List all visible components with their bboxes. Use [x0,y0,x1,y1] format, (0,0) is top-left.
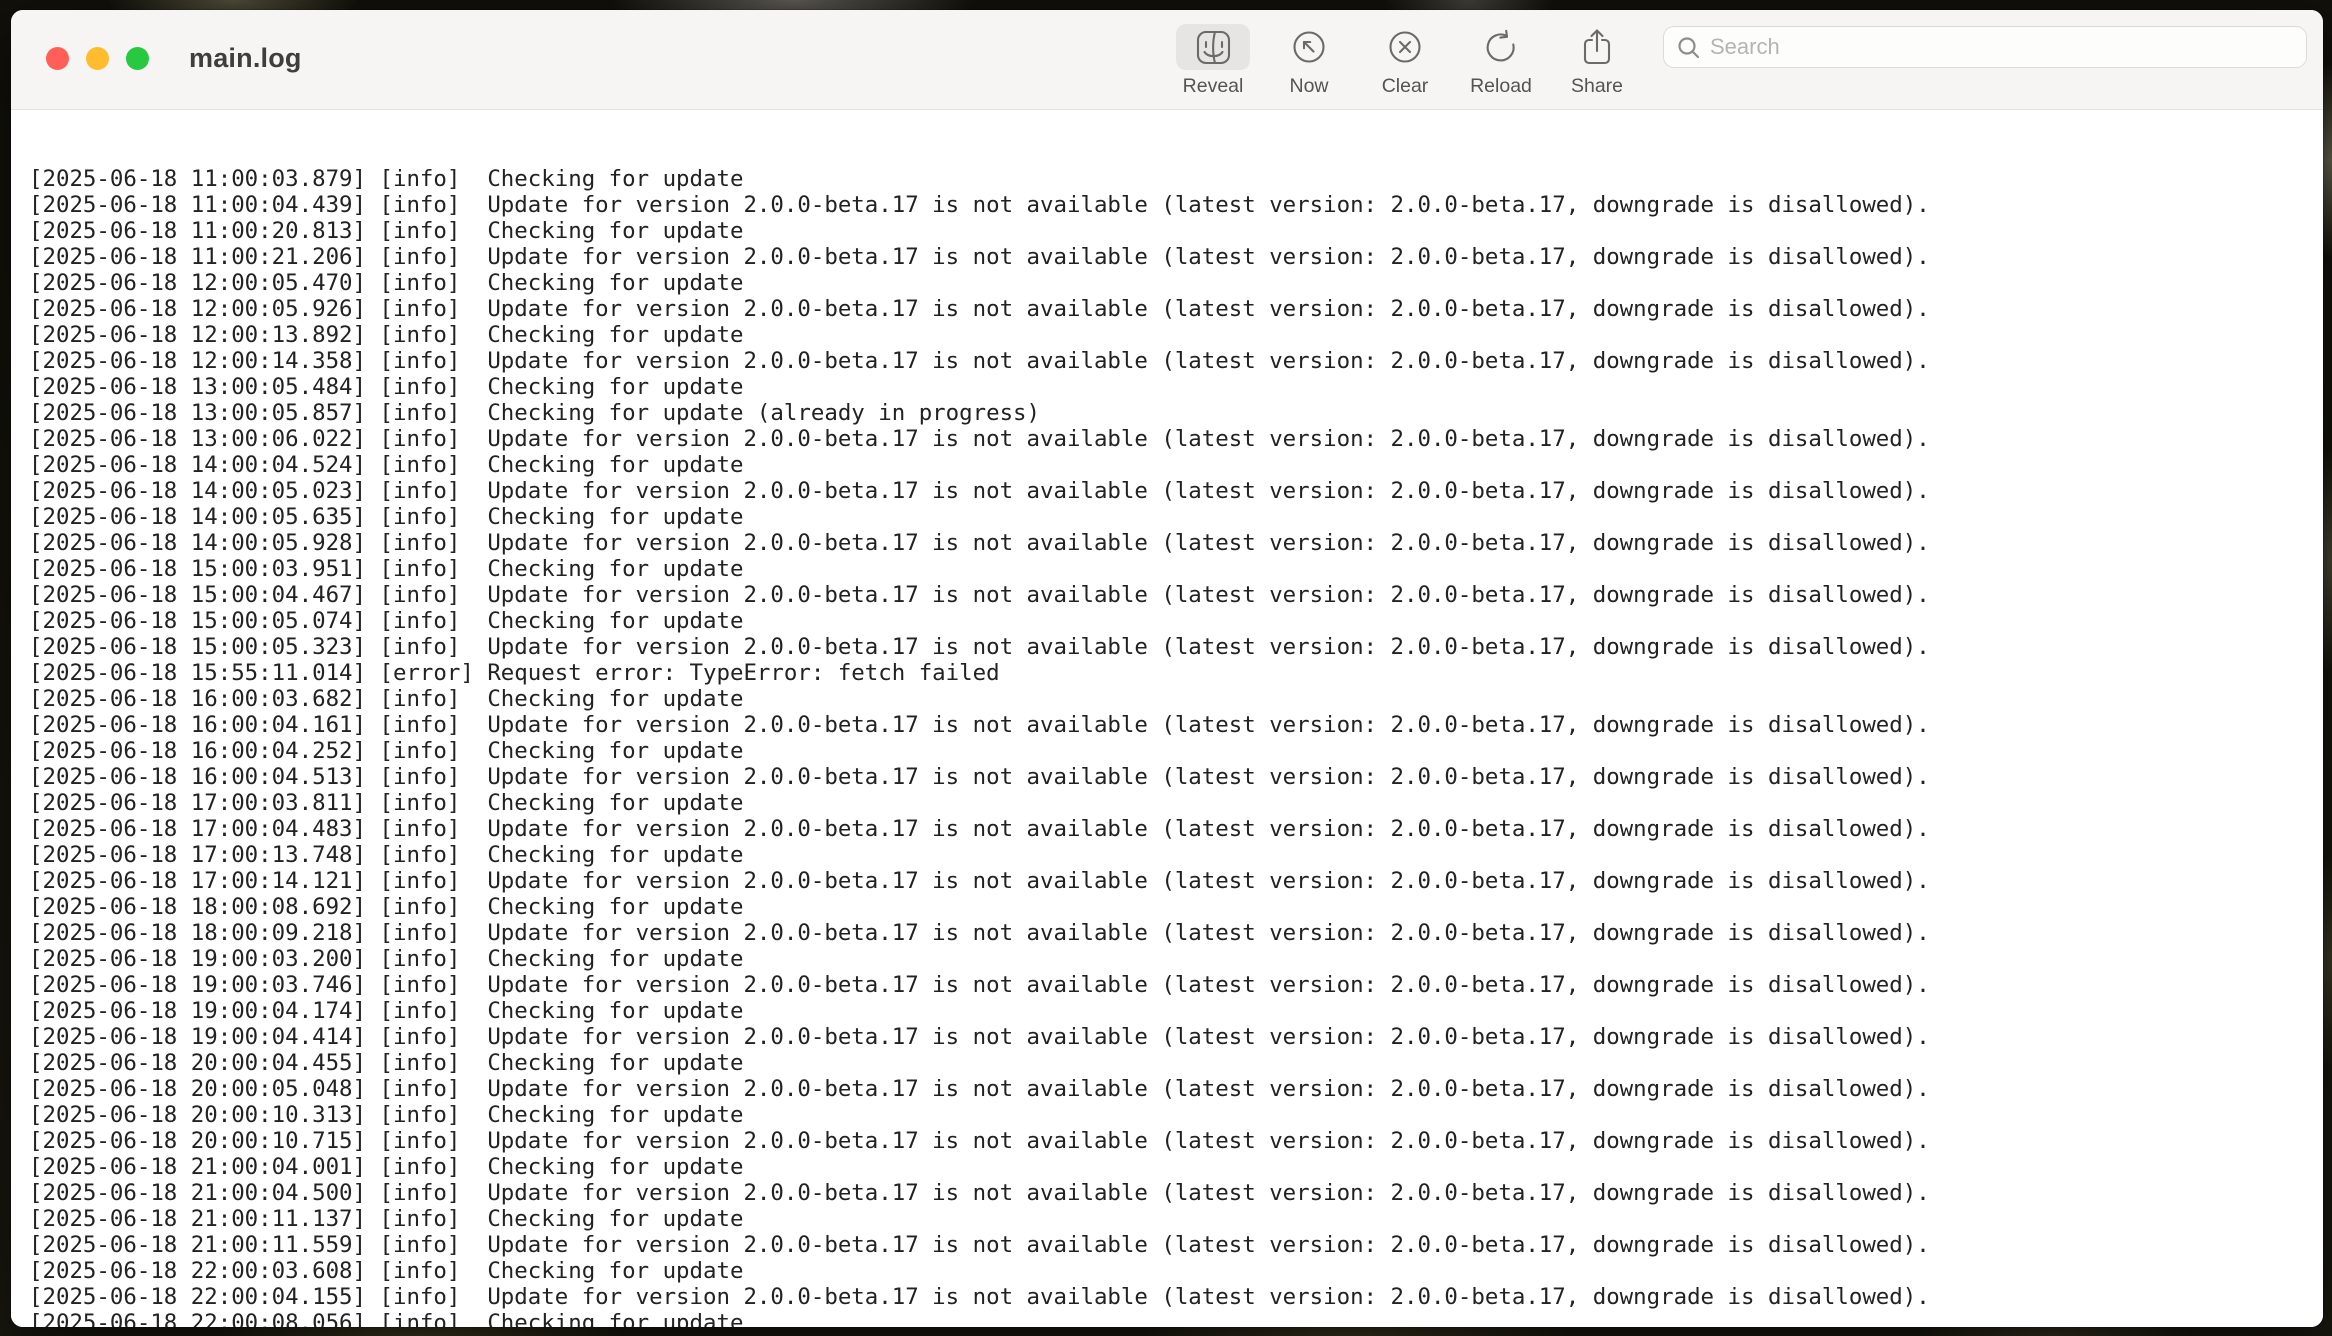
log-line: [2025-06-18 21:00:04.001] [info] Checkin… [29,1154,2323,1180]
log-line: [2025-06-18 19:00:04.414] [info] Update … [29,1024,2323,1050]
log-line: [2025-06-18 22:00:08.056] [info] Checkin… [29,1310,2323,1327]
now-label: Now [1289,75,1328,98]
log-line: [2025-06-18 18:00:08.692] [info] Checkin… [29,894,2323,920]
log-viewport[interactable]: [2025-06-18 11:00:03.879] [info] Checkin… [11,111,2323,1327]
close-button[interactable] [46,47,69,70]
log-line: [2025-06-18 14:00:05.928] [info] Update … [29,530,2323,556]
log-line: [2025-06-18 19:00:03.746] [info] Update … [29,972,2323,998]
log-line: [2025-06-18 20:00:05.048] [info] Update … [29,1076,2323,1102]
log-line: [2025-06-18 20:00:10.313] [info] Checkin… [29,1102,2323,1128]
log-line: [2025-06-18 14:00:04.524] [info] Checkin… [29,452,2323,478]
log-line: [2025-06-18 21:00:04.500] [info] Update … [29,1180,2323,1206]
log-line: [2025-06-18 12:00:13.892] [info] Checkin… [29,322,2323,348]
search-box [1663,26,2307,68]
log-line: [2025-06-18 12:00:05.470] [info] Checkin… [29,270,2323,296]
log-line: [2025-06-18 12:00:05.926] [info] Update … [29,296,2323,322]
log-line: [2025-06-18 22:00:03.608] [info] Checkin… [29,1258,2323,1284]
reload-button[interactable]: Reload [1453,24,1549,98]
log-line: [2025-06-18 15:00:05.323] [info] Update … [29,634,2323,660]
log-line: [2025-06-18 22:00:04.155] [info] Update … [29,1284,2323,1310]
log-line: [2025-06-18 16:00:04.161] [info] Update … [29,712,2323,738]
log-line: [2025-06-18 16:00:04.252] [info] Checkin… [29,738,2323,764]
share-label: Share [1571,75,1623,98]
log-line: [2025-06-18 14:00:05.635] [info] Checkin… [29,504,2323,530]
window-title: main.log [189,43,302,74]
log-line: [2025-06-18 19:00:04.174] [info] Checkin… [29,998,2323,1024]
log-line: [2025-06-18 12:00:14.358] [info] Update … [29,348,2323,374]
toolbar: Reveal Now [1165,24,2307,98]
log-line: [2025-06-18 14:00:05.023] [info] Update … [29,478,2323,504]
log-line: [2025-06-18 15:00:03.951] [info] Checkin… [29,556,2323,582]
arrow-clockwise-icon [1464,24,1538,70]
search-input[interactable] [1663,26,2307,68]
finder-icon [1176,24,1250,70]
log-line: [2025-06-18 13:00:05.484] [info] Checkin… [29,374,2323,400]
search-icon [1676,35,1702,61]
log-line: [2025-06-18 21:00:11.559] [info] Update … [29,1232,2323,1258]
log-line: [2025-06-18 13:00:05.857] [info] Checkin… [29,400,2323,426]
log-line: [2025-06-18 17:00:13.748] [info] Checkin… [29,842,2323,868]
reload-label: Reload [1470,75,1532,98]
clear-button[interactable]: Clear [1357,24,1453,98]
zoom-button[interactable] [126,47,149,70]
log-line: [2025-06-18 21:00:11.137] [info] Checkin… [29,1206,2323,1232]
log-line: [2025-06-18 11:00:21.206] [info] Update … [29,244,2323,270]
log-line: [2025-06-18 11:00:03.879] [info] Checkin… [29,166,2323,192]
log-line: [2025-06-18 17:00:03.811] [info] Checkin… [29,790,2323,816]
x-circle-icon [1368,24,1442,70]
log-lines: [2025-06-18 11:00:03.879] [info] Checkin… [29,166,2323,1327]
clear-label: Clear [1382,75,1429,98]
log-line: [2025-06-18 13:00:06.022] [info] Update … [29,426,2323,452]
now-button[interactable]: Now [1261,24,1357,98]
log-line: [2025-06-18 15:55:11.014] [error] Reques… [29,660,2323,686]
log-line: [2025-06-18 16:00:04.513] [info] Update … [29,764,2323,790]
log-line: [2025-06-18 17:00:04.483] [info] Update … [29,816,2323,842]
traffic-lights [46,47,149,70]
minimize-button[interactable] [86,47,109,70]
log-line: [2025-06-18 11:00:20.813] [info] Checkin… [29,218,2323,244]
log-line: [2025-06-18 15:00:05.074] [info] Checkin… [29,608,2323,634]
arrow-up-left-circle-icon [1272,24,1346,70]
log-line: [2025-06-18 15:00:04.467] [info] Update … [29,582,2323,608]
log-line: [2025-06-18 19:00:03.200] [info] Checkin… [29,946,2323,972]
log-line: [2025-06-18 20:00:10.715] [info] Update … [29,1128,2323,1154]
log-line: [2025-06-18 20:00:04.455] [info] Checkin… [29,1050,2323,1076]
share-icon [1560,24,1634,70]
reveal-label: Reveal [1183,75,1244,98]
log-line: [2025-06-18 16:00:03.682] [info] Checkin… [29,686,2323,712]
titlebar: main.log Reveal [11,10,2323,110]
log-viewer-window: main.log Reveal [11,10,2323,1327]
log-line: [2025-06-18 18:00:09.218] [info] Update … [29,920,2323,946]
log-line: [2025-06-18 11:00:04.439] [info] Update … [29,192,2323,218]
share-button[interactable]: Share [1549,24,1645,98]
reveal-button[interactable]: Reveal [1165,24,1261,98]
log-line: [2025-06-18 17:00:14.121] [info] Update … [29,868,2323,894]
